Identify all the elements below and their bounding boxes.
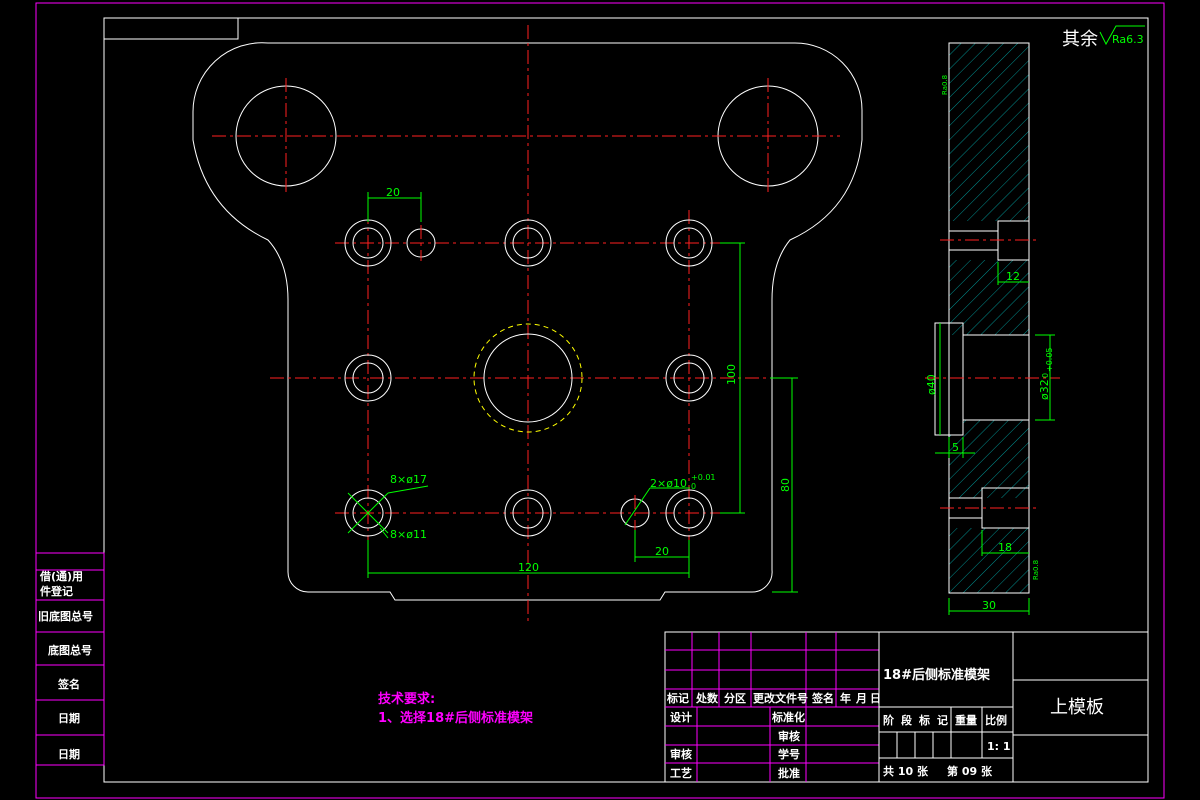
stage-hdr-3: 记: [937, 714, 948, 727]
project-name: 18#后侧标准模架: [883, 667, 990, 683]
stage-hdr-0: 阶: [883, 713, 895, 727]
stage-hdr-weight: 重量: [955, 713, 977, 727]
lbl-student-no: 学号: [778, 747, 800, 761]
dim-100: 100: [725, 364, 738, 385]
scale-value: 1: 1: [987, 740, 1011, 753]
strip-label-4: 签名: [57, 677, 80, 691]
dim-pin-tol: +0.01: [691, 473, 716, 482]
title-block: 18#后侧标准模架 上模板 标记 处数 分区 更改文件号 签名 年 月 日 设计…: [664, 631, 1149, 783]
hdr-sign: 签名: [811, 691, 834, 705]
hdr-day: 日: [870, 692, 881, 705]
hdr-mark: 标记: [666, 691, 689, 705]
hdr-change-doc: 更改文件号: [753, 691, 808, 705]
strip-label-3: 底图总号: [48, 643, 92, 657]
dim-side-d40: ø40: [925, 374, 938, 395]
dim-side-d32-tol-up: +0.05: [1045, 347, 1054, 372]
dim-holes-17: 8×ø17: [390, 473, 427, 486]
stage-hdr-scale: 比例: [985, 713, 1007, 727]
tech-req-title: 技术要求:: [378, 691, 435, 707]
surface-finish-value: Ra6.3: [1112, 33, 1144, 46]
dim-20-bottom: 20: [655, 545, 669, 558]
dim-side-d32: ø32: [1038, 379, 1051, 400]
hdr-year: 年: [840, 691, 851, 705]
ra-side-bottom: Ra0.8: [1032, 560, 1040, 580]
surface-finish-prefix: 其余: [1062, 29, 1098, 50]
hdr-month: 月: [855, 692, 867, 705]
ra-side-top: Ra0.8: [941, 75, 949, 95]
stage-hdr-2: 标: [918, 713, 930, 727]
lbl-standardize: 标准化: [771, 710, 805, 724]
dim-20-top: 20: [386, 186, 400, 199]
dim-side-18: 18: [998, 541, 1012, 554]
corner-box: [103, 17, 239, 40]
strip-label-5: 日期: [58, 711, 80, 725]
dim-side-30: 30: [982, 599, 996, 612]
strip-label-1: 件登记: [40, 584, 73, 598]
dim-pin-tol-low: 0: [691, 482, 696, 491]
hdr-zone: 分区: [724, 691, 746, 705]
plate-outline: [192, 42, 863, 601]
dim-120: 120: [518, 561, 539, 574]
section-view: 30 12 18 ø40 ø32 0 +0.05 5 Ra0.8 Ra0.8: [925, 42, 1060, 615]
strip-label-0: 借(通)用: [39, 569, 83, 583]
lbl-review-mid: 审核: [778, 729, 800, 743]
strip-label-2: 旧底图总号: [38, 609, 93, 623]
dim-pin-holes: 2×ø10: [650, 477, 687, 490]
dim-80: 80: [779, 478, 792, 492]
tech-req-item-1: 1、选择18#后侧标准模架: [378, 710, 533, 726]
sheet-no: 第 09 张: [947, 764, 993, 778]
cad-drawing-canvas: 借(通)用 件登记 旧底图总号 底图总号 签名 日期 日期 20 100 80 …: [35, 2, 1165, 799]
dimensions-plan: 20 100 80 120 20 8×ø17 8×ø11 2×ø10 +0.01…: [347, 186, 798, 593]
dim-side-5: 5: [952, 441, 959, 454]
hdr-count: 处数: [695, 691, 719, 705]
lbl-audit: 审核: [670, 747, 692, 761]
stage-hdr-1: 段: [901, 713, 912, 727]
lbl-approve: 批准: [778, 766, 800, 780]
left-strip-table: 借(通)用 件登记 旧底图总号 底图总号 签名 日期 日期: [35, 552, 105, 766]
lbl-craft: 工艺: [670, 766, 692, 780]
sheets-total: 共 10 张: [883, 764, 929, 778]
dim-holes-11: 8×ø11: [390, 528, 427, 541]
dim-side-d32-tol-low: 0: [1041, 373, 1050, 378]
part-name: 上模板: [1050, 697, 1104, 718]
dim-side-12: 12: [1006, 270, 1020, 283]
lbl-design: 设计: [670, 710, 692, 724]
strip-label-6: 日期: [58, 747, 80, 761]
